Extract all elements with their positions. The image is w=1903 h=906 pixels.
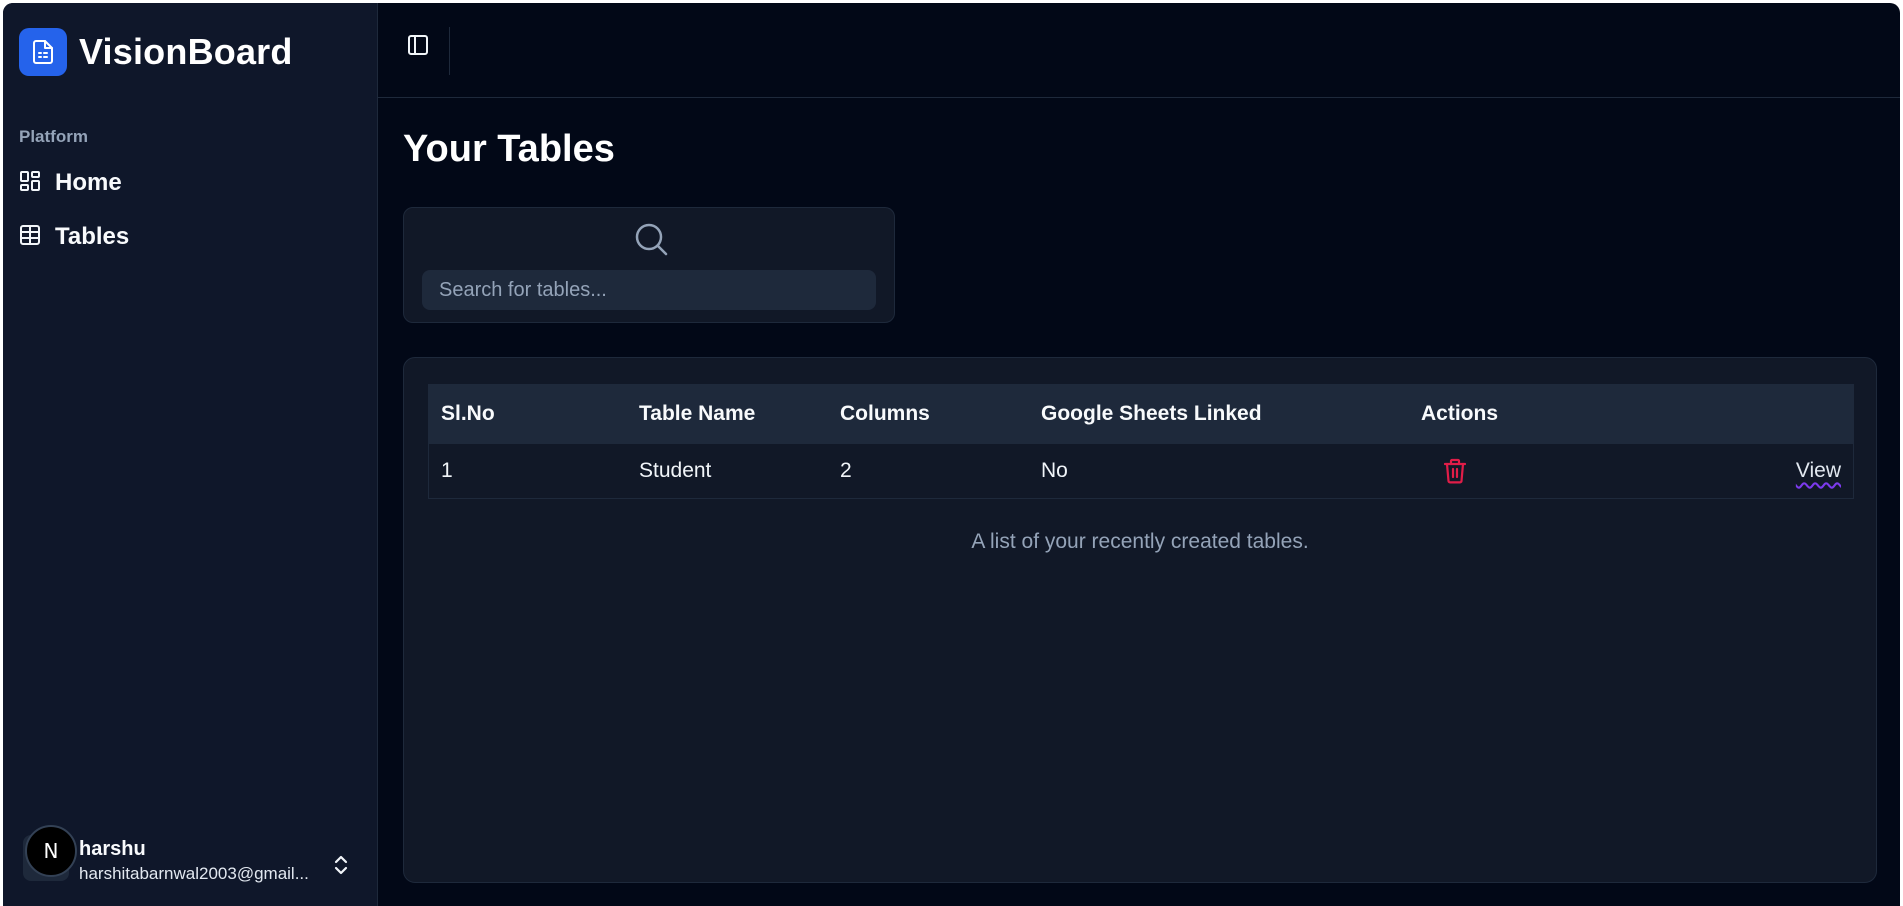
main-content: Your Tables Sl.No Table Name Columns Goo…: [378, 3, 1900, 906]
brand-name: VisionBoard: [79, 31, 293, 72]
user-name: harshu: [79, 838, 146, 860]
divider: [449, 27, 450, 75]
avatar-letter: N: [44, 839, 59, 863]
sidebar-item-label: Home: [55, 169, 122, 196]
delete-trash-icon[interactable]: [1444, 444, 1466, 498]
column-header-columns: Columns: [840, 402, 930, 425]
search-input[interactable]: [422, 270, 876, 310]
sidebar-toggle-icon[interactable]: [404, 31, 432, 59]
sidebar-item-tables[interactable]: Tables: [19, 223, 129, 251]
cell-columns: 2: [840, 459, 852, 482]
avatar: N: [25, 825, 77, 877]
brand[interactable]: VisionBoard: [19, 28, 293, 76]
sidebar-item-home[interactable]: Home: [19, 169, 122, 197]
app-window: VisionBoard Platform Home Tables N harsh…: [3, 3, 1900, 906]
tables-card: Sl.No Table Name Columns Google Sheets L…: [403, 357, 1877, 883]
chevrons-up-down-icon[interactable]: [333, 853, 349, 882]
table-row: 1 Student 2 No View: [429, 443, 1853, 498]
document-icon: [19, 28, 67, 76]
cell-google-sheets-linked: No: [1041, 459, 1068, 482]
table-caption: A list of your recently created tables.: [971, 530, 1309, 553]
search-card: [403, 207, 895, 323]
user-email: harshitabarnwal2003@gmail...: [79, 864, 309, 883]
topbar: [378, 3, 1900, 98]
column-header-sl-no: Sl.No: [441, 402, 495, 425]
sidebar: VisionBoard Platform Home Tables N harsh…: [3, 3, 378, 906]
search-icon: [634, 222, 668, 261]
dashboard-grid-icon: [19, 170, 41, 197]
tables-table: Sl.No Table Name Columns Google Sheets L…: [428, 384, 1854, 499]
column-header-actions: Actions: [1421, 402, 1499, 425]
cell-sl-no: 1: [441, 459, 453, 482]
table-header-row: Sl.No Table Name Columns Google Sheets L…: [429, 385, 1853, 443]
user-info: harshu harshitabarnwal2003@gmail...: [79, 838, 309, 884]
view-link[interactable]: View: [1796, 444, 1841, 498]
sidebar-item-label: Tables: [55, 223, 130, 250]
column-header-table-name: Table Name: [639, 402, 756, 425]
svg-text:N: N: [44, 839, 59, 863]
column-header-google-sheets-linked: Google Sheets Linked: [1041, 402, 1262, 425]
page-title: Your Tables: [403, 128, 615, 170]
user-menu[interactable]: N harshu harshitabarnwal2003@gmail...: [23, 818, 363, 884]
nav-section-label: Platform: [19, 127, 88, 146]
cell-table-name: Student: [639, 459, 712, 482]
table-icon: [19, 224, 41, 251]
